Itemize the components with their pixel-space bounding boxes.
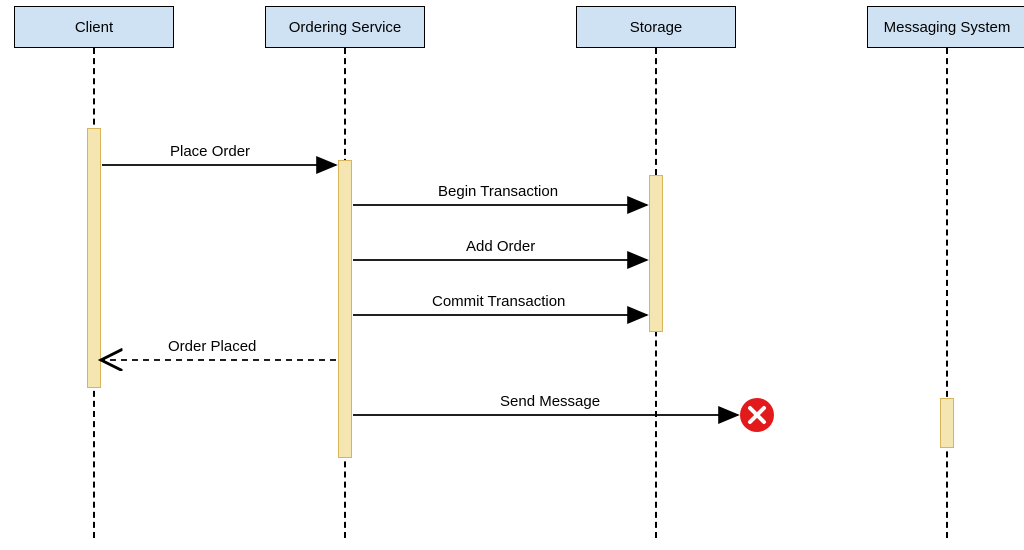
label-order-placed: Order Placed: [168, 338, 256, 355]
label-add-order: Add Order: [466, 238, 535, 255]
label-place-order: Place Order: [170, 143, 250, 160]
error-icon: [740, 398, 774, 432]
label-send-message: Send Message: [500, 393, 600, 410]
label-commit-tx: Commit Transaction: [432, 293, 565, 310]
arrows-layer: [0, 0, 1024, 550]
label-begin-tx: Begin Transaction: [438, 183, 558, 200]
